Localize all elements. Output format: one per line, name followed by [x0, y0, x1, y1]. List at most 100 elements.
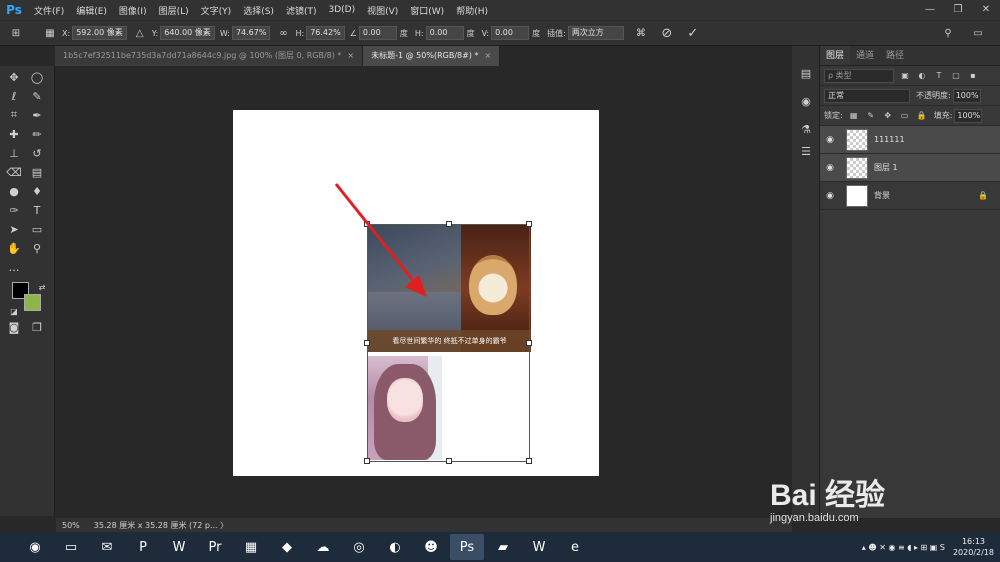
tab-document-1[interactable]: 1b5c7ef32511be735d3a7dd71a8644c9.jpg @ 1… — [55, 46, 364, 66]
visibility-eye-icon[interactable]: ◉ — [820, 191, 840, 201]
tab-document-2[interactable]: 未标题-1 @ 50%(RGB/8#) * × — [363, 46, 501, 66]
menu-file[interactable]: 文件(F) — [28, 4, 70, 17]
healing-brush-icon[interactable]: ✚ — [5, 125, 23, 143]
restore-icon[interactable]: ❐ — [944, 0, 972, 20]
menu-help[interactable]: 帮助(H) — [450, 4, 494, 17]
wechat-icon[interactable]: ✉ — [90, 534, 124, 560]
clock[interactable]: 16:13 2020/2/18 — [953, 536, 994, 558]
lock-all-icon[interactable]: 🔒 — [916, 110, 928, 122]
zoom-tool-icon[interactable]: ⚲ — [28, 239, 46, 257]
layer-row[interactable]: ◉ 图层 1 — [820, 154, 1000, 182]
ie-icon[interactable]: e — [558, 534, 592, 560]
search-icon[interactable]: ⚲ — [940, 25, 956, 41]
interpolation-select[interactable]: 两次立方 — [567, 26, 624, 40]
shape-filter-icon[interactable]: ▢ — [950, 70, 962, 82]
commit-transform-icon[interactable]: ✓ — [685, 25, 701, 41]
artboard-lock-icon[interactable]: ▭ — [899, 110, 911, 122]
wps-icon[interactable]: W — [522, 534, 556, 560]
h-input[interactable]: 76.42% — [306, 26, 345, 40]
blend-mode-select[interactable]: 正常 — [824, 88, 910, 103]
file-explorer-icon[interactable]: ▭ — [54, 534, 88, 560]
photoshop-taskbar-icon[interactable]: Ps — [450, 534, 484, 560]
eraser-tool-icon[interactable]: ⌫ — [5, 163, 23, 181]
clone-stamp-icon[interactable]: ⊥ — [5, 144, 23, 162]
start-icon[interactable]: ◉ — [18, 534, 52, 560]
close-tab-icon[interactable]: × — [484, 51, 491, 60]
menu-view[interactable]: 视图(V) — [361, 4, 404, 17]
lock-pixels-icon[interactable]: ✎ — [865, 110, 877, 122]
eyedropper-tool-icon[interactable]: ✒ — [28, 106, 46, 124]
video-editor-icon[interactable]: ▦ — [234, 534, 268, 560]
visibility-eye-icon[interactable]: ◉ — [820, 163, 840, 173]
document-info[interactable]: 35.28 厘米 x 35.28 厘米 (72 p... 〉 — [94, 520, 228, 531]
vskew-input[interactable]: 0.00 — [491, 26, 530, 40]
path-select-icon[interactable]: ➤ — [5, 220, 23, 238]
pen-tool-icon[interactable]: ✑ — [5, 201, 23, 219]
chrome-icon[interactable]: ◎ — [342, 534, 376, 560]
premiere-icon[interactable]: Pr — [198, 534, 232, 560]
settings-sliders-icon[interactable]: ☰ — [797, 142, 815, 160]
history-panel-icon[interactable]: ▤ — [797, 64, 815, 82]
tab-channels[interactable]: 通道 — [850, 46, 880, 65]
cancel-transform-icon[interactable]: ⊘ — [659, 25, 675, 41]
link-icon[interactable]: ∞ — [275, 25, 291, 41]
properties-panel-icon[interactable]: ◉ — [797, 92, 815, 110]
hand-tool-icon[interactable]: ✋ — [5, 239, 23, 257]
menu-layer[interactable]: 图层(L) — [153, 4, 195, 17]
menu-filter[interactable]: 滤镜(T) — [280, 4, 323, 17]
tab-layers[interactable]: 图层 — [820, 46, 851, 65]
messenger-icon[interactable]: ☁ — [306, 534, 340, 560]
more-tools-icon[interactable]: … — [5, 258, 23, 276]
workspace-icon[interactable]: ▭ — [970, 25, 986, 41]
minimize-icon[interactable]: — — [916, 0, 944, 20]
swap-colors-icon[interactable]: ⇄ — [33, 278, 51, 296]
angle-input[interactable]: 0.00 — [358, 26, 397, 40]
y-input[interactable]: 640.00 像素 — [160, 26, 215, 40]
reference-point-icon[interactable]: ▦ — [42, 25, 58, 41]
opacity-input[interactable]: 100% — [952, 88, 981, 103]
powerpoint-icon[interactable]: P — [126, 534, 160, 560]
brush-tool-icon[interactable]: ✏ — [28, 125, 46, 143]
app-icon[interactable]: ▰ — [486, 534, 520, 560]
type-filter-icon[interactable]: T — [933, 70, 945, 82]
adjustments-panel-icon[interactable]: ⚗ — [797, 120, 815, 138]
marquee-tool-icon[interactable]: ◯ — [28, 68, 46, 86]
background-color-swatch[interactable] — [24, 294, 41, 311]
delta-icon[interactable]: △ — [132, 25, 148, 41]
close-tab-icon[interactable]: × — [347, 51, 354, 60]
screen-mode-icon[interactable]: ❐ — [28, 318, 46, 336]
fill-input[interactable]: 100% — [954, 108, 983, 123]
layer-row[interactable]: ◉ 111111 — [820, 126, 1000, 154]
dodge-tool-icon[interactable]: ♦ — [28, 182, 46, 200]
pixel-filter-icon[interactable]: ▣ — [899, 70, 911, 82]
transform-tool-icon[interactable]: ⊞ — [8, 25, 24, 41]
menu-image[interactable]: 图像(I) — [113, 4, 153, 17]
zoom-level[interactable]: 50% — [62, 521, 80, 530]
menu-window[interactable]: 窗口(W) — [404, 4, 450, 17]
warp-icon[interactable]: ⌘ — [633, 25, 649, 41]
x-input[interactable]: 592.00 像素 — [72, 26, 127, 40]
menu-type[interactable]: 文字(Y) — [195, 4, 238, 17]
w-input[interactable]: 74.67% — [231, 26, 271, 40]
rectangle-tool-icon[interactable]: ▭ — [28, 220, 46, 238]
menu-edit[interactable]: 编辑(E) — [70, 4, 113, 17]
hskew-input[interactable]: 0.00 — [425, 26, 464, 40]
canvas-area[interactable]: 看尽世间繁华的 终抵不过单身的霸爷 — [56, 66, 792, 518]
menu-select[interactable]: 选择(S) — [237, 4, 280, 17]
quick-select-tool-icon[interactable]: ✎ — [28, 87, 46, 105]
move-tool-icon[interactable]: ✥ — [5, 68, 23, 86]
lasso-tool-icon[interactable]: ℓ — [5, 87, 23, 105]
blur-tool-icon[interactable]: ● — [5, 182, 23, 200]
quick-mask-icon[interactable]: ◙ — [5, 318, 23, 336]
layer-row[interactable]: ◉ 背景 🔒 — [820, 182, 1000, 210]
menu-3d[interactable]: 3D(D) — [322, 5, 361, 15]
word-icon[interactable]: W — [162, 534, 196, 560]
type-tool-icon[interactable]: T — [28, 201, 46, 219]
smart-filter-icon[interactable]: ▪ — [967, 70, 979, 82]
lock-transparent-icon[interactable]: ▦ — [848, 110, 860, 122]
tray-icons[interactable]: ▴ ☻ ✕ ◉ ≡ ◖ ▸ ⊞ ▣ S — [862, 543, 945, 552]
gradient-tool-icon[interactable]: ▤ — [28, 163, 46, 181]
visibility-eye-icon[interactable]: ◉ — [820, 135, 840, 145]
history-brush-icon[interactable]: ↺ — [28, 144, 46, 162]
app-icon[interactable]: ◆ — [270, 534, 304, 560]
